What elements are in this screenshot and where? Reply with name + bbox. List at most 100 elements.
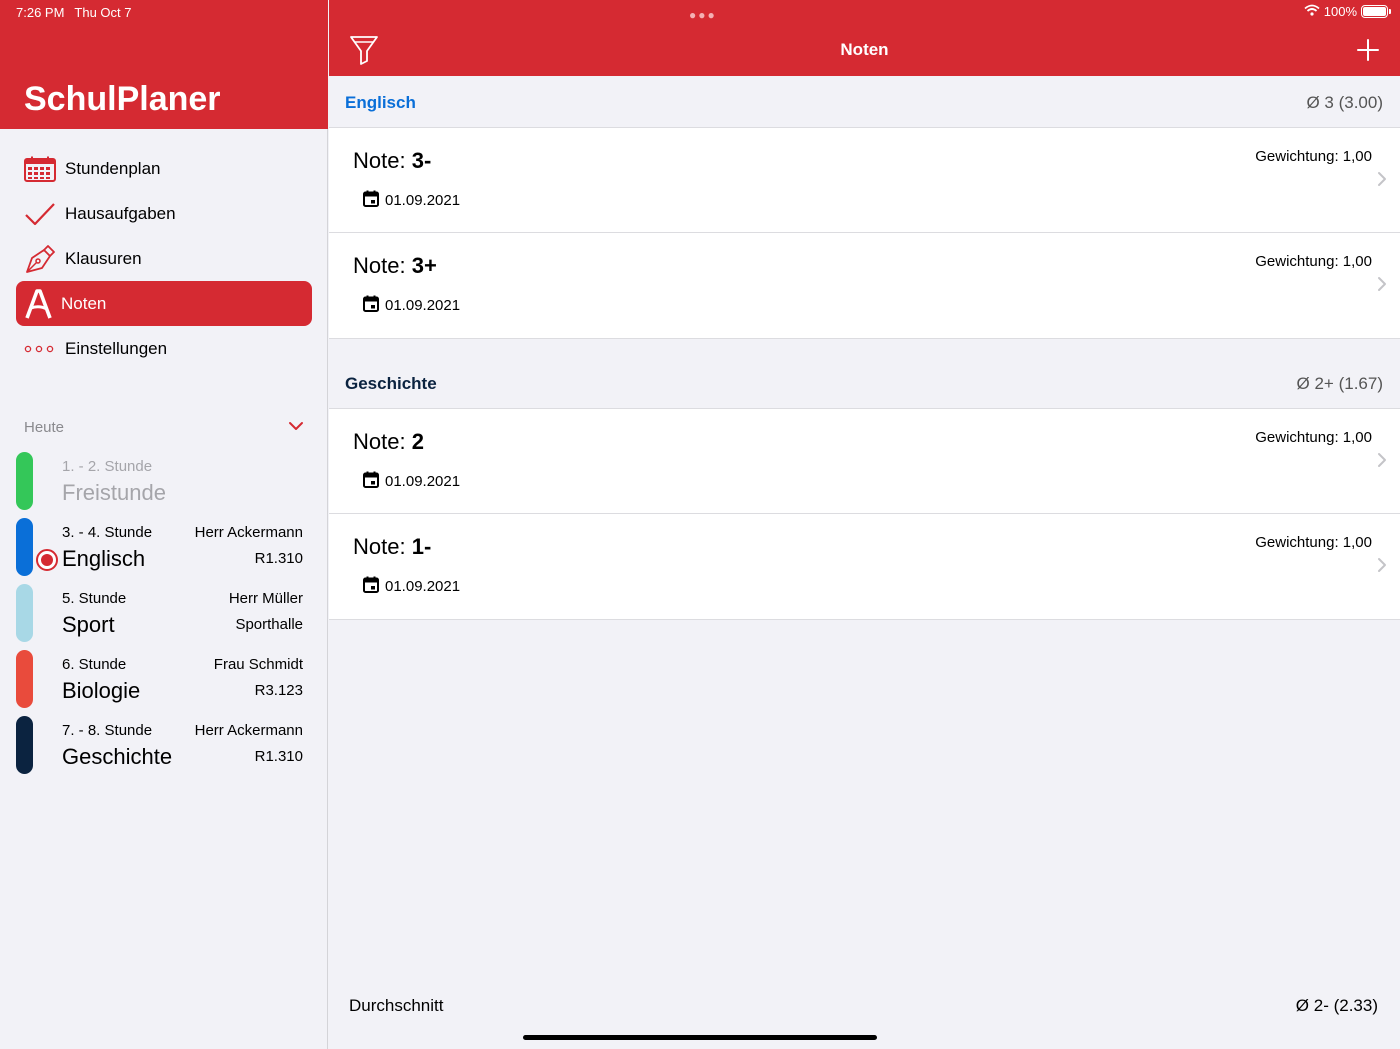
lesson-subject: Freistunde: [62, 480, 166, 505]
grade-value: 1-: [411, 534, 432, 559]
plus-icon: [1356, 39, 1380, 66]
multitasking-dots-icon[interactable]: ●●●: [689, 8, 717, 22]
sidebar-item-label: Hausaufgaben: [65, 203, 176, 223]
section-average: Ø 3 (3.00): [1306, 92, 1383, 112]
calendar-icon: [363, 471, 379, 492]
sidebar-item-einstellungen[interactable]: Einstellungen: [16, 326, 312, 371]
grade-date: 01.09.2021: [363, 190, 460, 211]
overall-average-value: Ø 2- (2.33): [1295, 996, 1378, 1015]
navigation-bar: ●●● 100% Noten: [329, 0, 1400, 76]
grade-prefix: Note:: [353, 429, 412, 454]
sidebar-menu: Stundenplan Hausaufgaben Klausuren Noten…: [16, 146, 312, 371]
grade-prefix: Note:: [353, 148, 412, 173]
grade-date: 01.09.2021: [363, 576, 460, 597]
sidebar-item-hausaufgaben[interactable]: Hausaufgaben: [16, 191, 312, 236]
grade-row[interactable]: Note: 3+ 01.09.2021 Gewichtung: 1,00: [329, 233, 1400, 338]
lesson-subject: Sport: [62, 612, 115, 637]
grade-list-geschichte: Note: 2 01.09.2021 Gewichtung: 1,00 Note…: [329, 409, 1400, 620]
grade-date-text: 01.09.2021: [385, 192, 461, 209]
section-header-geschichte: Geschichte Ø 2+ (1.67): [329, 359, 1400, 409]
grade-prefix: Note:: [353, 253, 412, 278]
sidebar-item-label: Einstellungen: [65, 338, 168, 358]
lesson-time: 3. - 4. Stunde: [62, 524, 153, 541]
status-bar-right: 100%: [1304, 4, 1391, 19]
grade-row[interactable]: Note: 2 01.09.2021 Gewichtung: 1,00: [329, 409, 1400, 514]
lesson-subject: Englisch: [62, 546, 146, 571]
lesson-item[interactable]: 7. - 8. Stunde Geschichte Herr Ackermann…: [16, 716, 306, 782]
sidebar-item-stundenplan[interactable]: Stundenplan: [16, 146, 312, 191]
sidebar-item-klausuren[interactable]: Klausuren: [16, 236, 312, 281]
current-lesson-indicator-icon: [36, 549, 58, 571]
calendar-icon: [363, 295, 379, 316]
lesson-room: R1.310: [254, 748, 303, 765]
lesson-time: 7. - 8. Stunde: [62, 722, 153, 739]
sidebar-header: 7:26 PM Thu Oct 7 SchulPlaner: [0, 0, 328, 129]
lesson-item[interactable]: 5. Stunde Sport Herr Müller Sporthalle: [16, 584, 306, 650]
grade-row[interactable]: Note: 3- 01.09.2021 Gewichtung: 1,00: [329, 128, 1400, 233]
wifi-icon: [1304, 4, 1320, 19]
grade-date-text: 01.09.2021: [385, 473, 461, 490]
lesson-item[interactable]: 6. Stunde Biologie Frau Schmidt R3.123: [16, 650, 306, 716]
lesson-color-bar: [16, 716, 33, 774]
lesson-color-bar: [16, 584, 33, 642]
lesson-item[interactable]: 3. - 4. Stunde Englisch Herr Ackermann R…: [16, 518, 306, 584]
sidebar-item-label: Klausuren: [65, 248, 142, 268]
grade-date: 01.09.2021: [363, 471, 460, 492]
lesson-color-bar: [16, 452, 33, 510]
lesson-teacher: Herr Müller: [228, 590, 303, 607]
section-average: Ø 2+ (1.67): [1296, 373, 1383, 393]
today-section-header[interactable]: Heute: [24, 418, 304, 436]
grade-title: Note: 3-: [353, 148, 431, 174]
lesson-time: 5. Stunde: [62, 590, 127, 607]
grade-value: 3-: [411, 148, 432, 173]
more-dots-icon: [24, 333, 56, 365]
grade-date-text: 01.09.2021: [385, 297, 461, 314]
grade-value: 2: [411, 429, 424, 454]
lesson-room: Sporthalle: [235, 616, 303, 633]
sidebar-item-noten[interactable]: Noten: [16, 281, 312, 326]
checkmark-icon: [24, 198, 56, 230]
chevron-right-icon: [1377, 452, 1387, 468]
chevron-right-icon: [1377, 557, 1387, 573]
grade-row[interactable]: Note: 1- 01.09.2021 Gewichtung: 1,00: [329, 514, 1400, 619]
sidebar-item-label: Noten: [61, 293, 107, 313]
battery-percent: 100%: [1323, 4, 1357, 19]
lesson-room: R1.310: [254, 550, 303, 567]
grade-value: 3+: [411, 253, 437, 278]
overall-average-label: Durchschnitt: [349, 996, 444, 1015]
page-title: Noten: [840, 40, 889, 59]
lesson-time: 1. - 2. Stunde: [62, 458, 153, 475]
lesson-color-bar: [16, 650, 33, 708]
lesson-room: R3.123: [254, 682, 303, 699]
battery-icon: [1361, 5, 1391, 18]
grade-date: 01.09.2021: [363, 295, 460, 316]
lesson-teacher: Frau Schmidt: [213, 656, 303, 673]
section-subject: Geschichte: [345, 373, 437, 393]
calendar-icon: [363, 190, 379, 211]
main-panel: ●●● 100% Noten Englisch Ø 3 (3.00) Note:…: [329, 0, 1400, 1049]
lesson-teacher: Herr Ackermann: [194, 524, 303, 541]
chevron-right-icon: [1377, 171, 1387, 187]
calendar-icon: [363, 576, 379, 597]
home-indicator[interactable]: [523, 1035, 877, 1040]
lesson-item[interactable]: 1. - 2. Stunde Freistunde: [16, 452, 306, 518]
grade-prefix: Note:: [353, 534, 412, 559]
grade-title: Note: 3+: [353, 253, 437, 279]
today-label: Heute: [24, 418, 65, 436]
status-time: 7:26 PM: [16, 5, 65, 20]
lesson-color-bar: [16, 518, 33, 576]
lesson-teacher: Herr Ackermann: [194, 722, 303, 739]
lesson-subject: Biologie: [62, 678, 141, 703]
grade-title: Note: 2: [353, 429, 424, 455]
grade-weight: Gewichtung: 1,00: [1255, 253, 1372, 270]
sidebar: 7:26 PM Thu Oct 7 SchulPlaner Stundenpla…: [0, 0, 328, 1049]
letter-a-icon: [22, 288, 54, 320]
status-bar-time: 7:26 PM Thu Oct 7: [16, 5, 132, 20]
status-date: Thu Oct 7: [74, 5, 132, 20]
grade-date-text: 01.09.2021: [385, 578, 461, 595]
calendar-grid-icon: [24, 153, 56, 185]
section-subject: Englisch: [345, 92, 416, 112]
grade-list-englisch: Note: 3- 01.09.2021 Gewichtung: 1,00 Not…: [329, 128, 1400, 339]
chevron-down-icon[interactable]: [288, 418, 304, 436]
add-grade-button[interactable]: [1356, 38, 1380, 62]
